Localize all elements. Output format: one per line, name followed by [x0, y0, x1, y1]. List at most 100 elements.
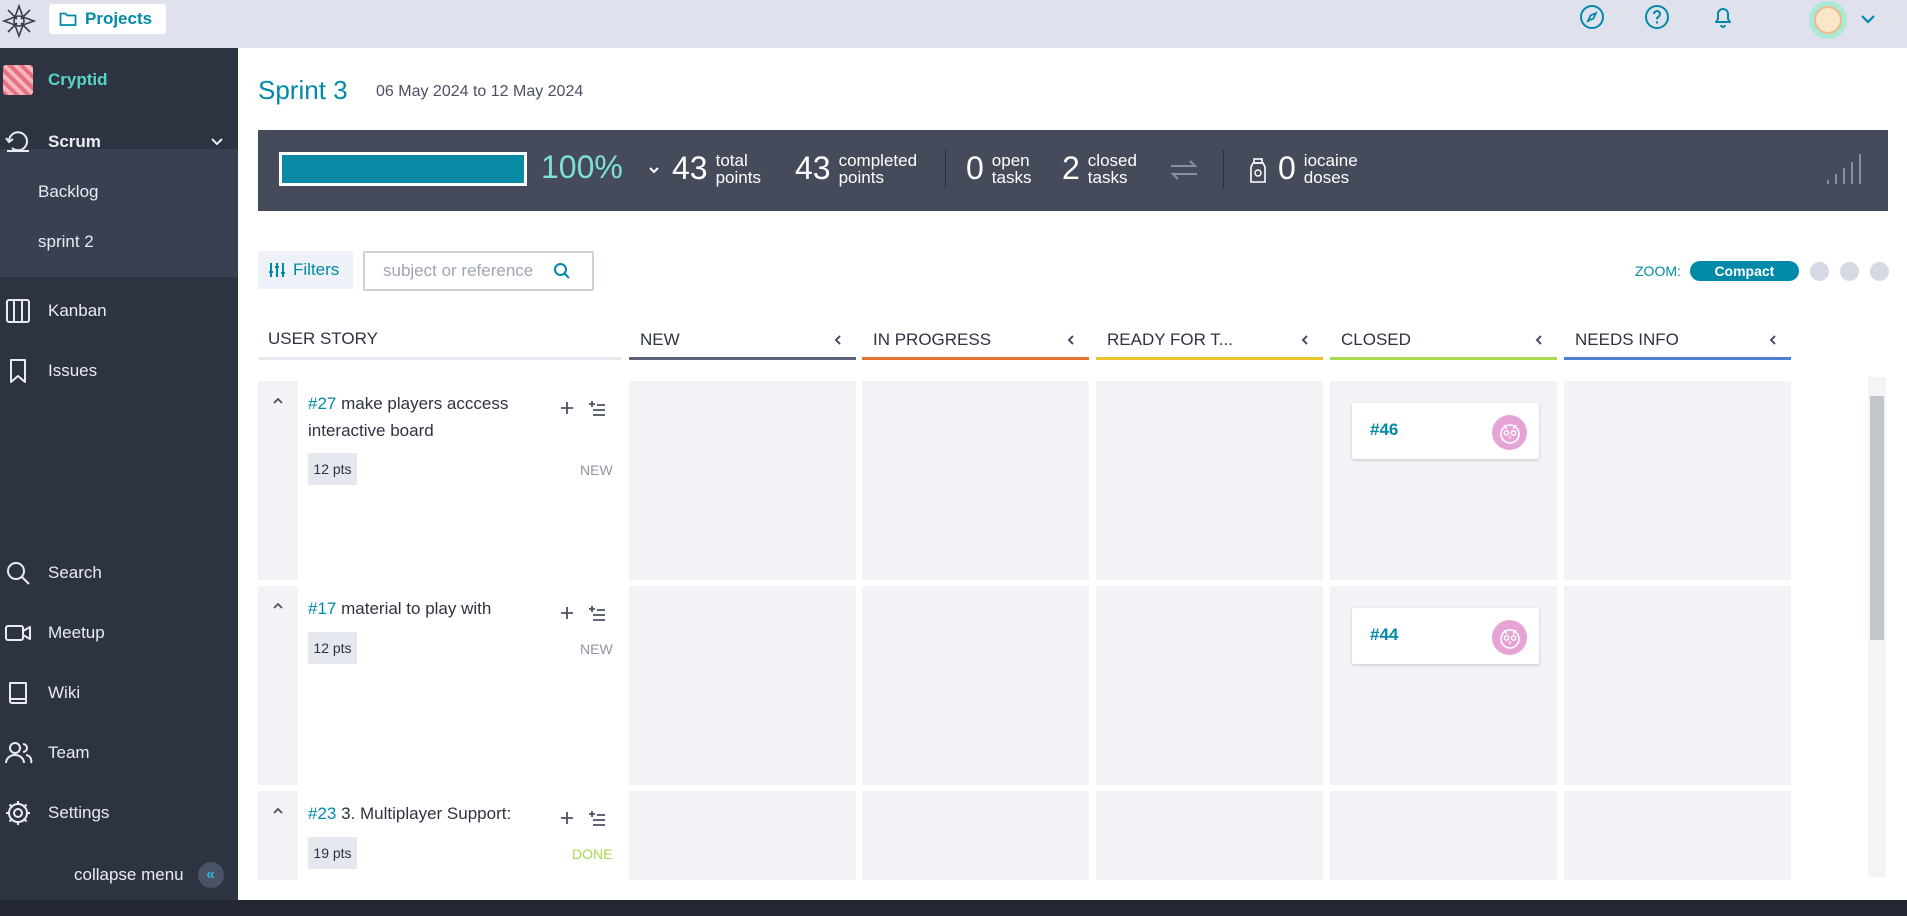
scrum-submenu	[0, 149, 238, 277]
row-collapse-toggle[interactable]	[258, 586, 298, 785]
chevron-left-icon[interactable]	[1765, 332, 1781, 348]
iocaine-stat: 0 iocaine doses	[1278, 150, 1358, 187]
board-cell	[862, 381, 1089, 580]
chevron-down-icon[interactable]	[206, 130, 228, 152]
user-story-ref[interactable]: #23	[308, 804, 336, 823]
story-points-badge: 12 pts	[308, 632, 357, 664]
sidebar-item-meetup[interactable]: Meetup	[0, 618, 238, 648]
owl-avatar-icon	[1499, 423, 1520, 444]
open-tasks-stat: 0 open tasks	[966, 150, 1031, 187]
task-ref[interactable]: #44	[1370, 625, 1398, 645]
sidebar-item-label: Meetup	[48, 623, 105, 642]
user-story-title[interactable]: #17 material to play with	[308, 595, 548, 622]
project-name: Cryptid	[48, 70, 108, 89]
zoom-level-dot[interactable]	[1869, 261, 1889, 281]
stat-caption: tasks	[1087, 167, 1128, 187]
add-task-icon[interactable]	[558, 399, 576, 417]
row-collapse-toggle[interactable]	[258, 791, 298, 880]
stat-caption: tasks	[991, 167, 1032, 187]
chevron-down-icon[interactable]	[645, 161, 663, 179]
project-link[interactable]: Cryptid	[0, 65, 108, 95]
open-tasks-value: 0	[966, 150, 984, 186]
projects-button[interactable]: Projects	[49, 4, 167, 34]
scrollbar-thumb[interactable]	[1870, 396, 1884, 640]
collapse-menu[interactable]: collapse menu «	[74, 862, 224, 888]
iocaine-value: 0	[1278, 150, 1296, 186]
stat-caption: points	[838, 167, 884, 187]
add-bulk-tasks-icon[interactable]	[588, 809, 606, 827]
gear-icon	[6, 801, 30, 825]
user-story-subject: 3. Multiplayer Support:	[341, 804, 512, 823]
sprint-summary: 100% 43 total points 43 completed points 0…	[258, 130, 1888, 211]
sidebar-item-team[interactable]: Team	[0, 738, 238, 768]
user-avatar[interactable]	[1809, 1, 1847, 39]
add-bulk-tasks-icon[interactable]	[588, 399, 606, 417]
sidebar-item-sprint-2[interactable]: sprint 2	[38, 232, 94, 252]
add-task-icon[interactable]	[558, 604, 576, 622]
potion-bottle-icon	[1250, 158, 1266, 183]
user-story-ref[interactable]: #27	[308, 394, 336, 413]
story-status[interactable]: NEW	[580, 641, 613, 657]
compass-icon[interactable]	[1579, 4, 1605, 30]
double-chevron-left-icon[interactable]: «	[197, 862, 224, 888]
task-ref[interactable]: #46	[1370, 420, 1398, 440]
search-icon[interactable]	[553, 262, 571, 280]
column-header-in-progress: IN PROGRESS	[862, 323, 1089, 360]
chevron-down-icon[interactable]	[1857, 8, 1879, 30]
chevron-left-icon[interactable]	[830, 332, 846, 348]
user-story-ref[interactable]: #17	[308, 599, 336, 618]
story-points-badge: 12 pts	[308, 453, 357, 485]
sliders-icon	[269, 263, 285, 277]
zoom-compact-button[interactable]: Compact	[1689, 261, 1799, 281]
swap-arrows-icon[interactable]	[1167, 156, 1201, 184]
search-field[interactable]	[363, 251, 594, 291]
search-input[interactable]	[383, 261, 553, 281]
board-cell	[1096, 791, 1323, 880]
help-icon[interactable]	[1644, 4, 1670, 30]
chevron-left-icon[interactable]	[1063, 332, 1079, 348]
chevron-left-icon[interactable]	[1531, 332, 1547, 348]
closed-tasks-value: 2	[1062, 150, 1080, 186]
assignee-avatar[interactable]	[1492, 415, 1527, 450]
user-story-subject: material to play with	[341, 599, 492, 618]
zoom-level-dot[interactable]	[1839, 261, 1859, 281]
user-story-title[interactable]: #27 make players acccess interactive boa…	[308, 390, 548, 444]
sidebar-item-settings[interactable]: Settings	[0, 798, 238, 828]
sidebar-item-issues[interactable]: Issues	[0, 356, 238, 386]
add-bulk-tasks-icon[interactable]	[588, 604, 606, 622]
sidebar-item-label: Search	[48, 563, 102, 582]
sidebar-item-label: Settings	[48, 803, 110, 822]
sidebar-item-scrum[interactable]: Scrum	[0, 127, 238, 157]
zoom-level-dot[interactable]	[1809, 261, 1829, 281]
column-header-ready-for-test: READY FOR T...	[1096, 323, 1323, 360]
board-cell	[629, 791, 856, 880]
task-card[interactable]: #46	[1352, 403, 1539, 459]
story-status[interactable]: DONE	[572, 846, 612, 862]
bell-icon[interactable]	[1710, 4, 1736, 30]
filters-button[interactable]: Filters	[258, 251, 353, 289]
chevron-up-icon	[273, 602, 283, 609]
chevron-up-icon	[273, 397, 283, 404]
sidebar: Cryptid Scrum Backlog sprint 2 Kanban Is…	[0, 48, 238, 900]
story-points-badge: 19 pts	[308, 837, 357, 869]
add-task-icon[interactable]	[558, 809, 576, 827]
sidebar-item-backlog[interactable]: Backlog	[38, 182, 98, 202]
user-story-title[interactable]: #23 3. Multiplayer Support:	[308, 800, 548, 827]
burndown-chart-icon[interactable]	[1826, 152, 1862, 186]
book-icon	[9, 682, 27, 704]
total-points-stat: 43 total points	[672, 150, 761, 187]
assignee-avatar[interactable]	[1492, 620, 1527, 655]
sprint-dates: 06 May 2024 to 12 May 2024	[376, 83, 584, 100]
sidebar-item-search[interactable]: Search	[0, 558, 238, 588]
chevron-left-icon[interactable]	[1297, 332, 1313, 348]
project-icon	[3, 65, 33, 95]
board-cell	[629, 381, 856, 580]
sidebar-item-kanban[interactable]: Kanban	[0, 296, 238, 326]
task-card[interactable]: #44	[1352, 608, 1539, 664]
sidebar-item-wiki[interactable]: Wiki	[0, 678, 238, 708]
user-story-header: USER STORY	[258, 323, 622, 360]
row-collapse-toggle[interactable]	[258, 381, 298, 580]
logo-icon[interactable]	[0, 2, 38, 40]
sprint-title: Sprint 3	[258, 75, 348, 105]
story-status[interactable]: NEW	[580, 462, 613, 478]
